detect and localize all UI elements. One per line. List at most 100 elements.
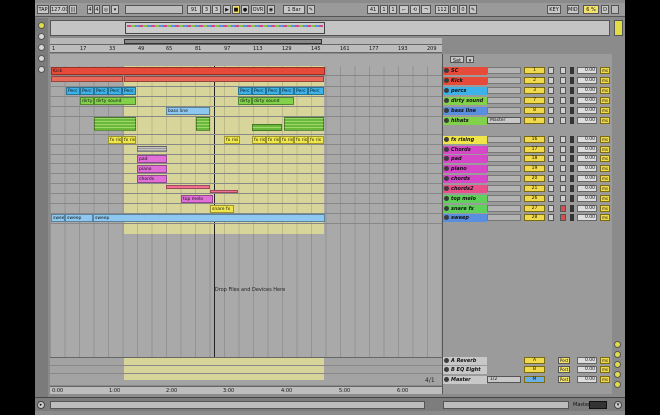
loop-brace[interactable] bbox=[124, 39, 322, 44]
clip-perc[interactable]: Perc bbox=[294, 87, 308, 95]
track-number[interactable]: 18 bbox=[524, 155, 545, 162]
track-output-routing[interactable]: Master bbox=[487, 117, 521, 124]
arm-button[interactable] bbox=[560, 165, 566, 172]
position-sixteenths[interactable]: 3 bbox=[212, 5, 221, 14]
track-activator-icon[interactable] bbox=[444, 88, 449, 93]
loop-icon[interactable]: ⟲ bbox=[410, 5, 420, 14]
clip-fx-rising[interactable]: fx ris bbox=[280, 136, 294, 144]
clip-dirty-sound[interactable]: dirty sound bbox=[252, 97, 294, 105]
track-pan[interactable]: ms bbox=[600, 77, 610, 84]
loop-length-beats[interactable]: 0 bbox=[450, 5, 458, 14]
solo-button[interactable] bbox=[548, 205, 554, 212]
return-letter-b[interactable]: B bbox=[524, 366, 545, 373]
clip-piano[interactable]: piano bbox=[137, 165, 167, 173]
track-header[interactable]: hihats bbox=[443, 117, 487, 125]
track-volume[interactable]: 0.00 bbox=[577, 87, 597, 94]
track-volume[interactable]: 0.00 bbox=[577, 117, 597, 124]
clip-sweep[interactable]: sweep bbox=[65, 214, 93, 222]
track-header[interactable]: fx rising bbox=[443, 136, 487, 144]
overview-strip[interactable] bbox=[125, 5, 183, 14]
track-input-field[interactable] bbox=[487, 214, 521, 221]
track-input-field[interactable] bbox=[487, 155, 521, 162]
nudge-button[interactable]: ||| bbox=[69, 5, 77, 14]
track-activator-icon[interactable] bbox=[444, 215, 449, 220]
post-button[interactable]: Post bbox=[558, 357, 570, 364]
clip-fx-rising[interactable]: fx ris bbox=[294, 136, 308, 144]
clip-hihats[interactable] bbox=[196, 117, 210, 131]
clip-dirty-sound[interactable]: dirty bbox=[80, 97, 94, 105]
clip-perc[interactable]: Perc bbox=[238, 87, 252, 95]
arm-button[interactable] bbox=[560, 185, 566, 192]
track-pan[interactable]: ms bbox=[600, 185, 610, 192]
track-volume[interactable]: 0.00 bbox=[577, 214, 597, 221]
track-number[interactable]: 28 bbox=[524, 214, 545, 221]
track-number[interactable]: 19 bbox=[524, 165, 545, 172]
clip-perc[interactable]: Perc bbox=[94, 87, 108, 95]
arm-button[interactable] bbox=[560, 155, 566, 162]
clip-chords-group[interactable] bbox=[137, 146, 167, 152]
track-number[interactable]: 2 bbox=[524, 77, 545, 84]
clip-sweep[interactable]: sweep bbox=[51, 214, 65, 222]
overview-right-toggle[interactable] bbox=[614, 20, 623, 36]
track-activator-icon[interactable] bbox=[444, 196, 449, 201]
track-header[interactable]: piano bbox=[443, 165, 487, 173]
track-header[interactable]: bass line bbox=[443, 107, 487, 115]
play-button[interactable]: ▶ bbox=[223, 5, 231, 14]
master-pan[interactable]: ms bbox=[600, 376, 610, 383]
track-volume[interactable]: 0.00 bbox=[577, 185, 597, 192]
browser-toggle-icon[interactable] bbox=[38, 22, 45, 29]
ovr-button[interactable]: OVR bbox=[251, 5, 265, 14]
fold-icon[interactable] bbox=[444, 367, 449, 372]
set-expand-icon[interactable]: ▾ bbox=[466, 56, 474, 63]
track-input-field[interactable] bbox=[487, 205, 521, 212]
solo-button[interactable] bbox=[548, 107, 554, 114]
track-header[interactable]: percs bbox=[443, 87, 487, 95]
clip-hihats[interactable] bbox=[94, 117, 136, 131]
return-volume[interactable]: 0.00 bbox=[577, 366, 597, 373]
browser-samples-icon[interactable] bbox=[38, 55, 45, 62]
loop-start-bars[interactable]: 41 bbox=[367, 5, 379, 14]
track-number[interactable]: 20 bbox=[524, 175, 545, 182]
punch-out-icon[interactable]: ¬ bbox=[421, 5, 431, 14]
arm-button[interactable] bbox=[560, 87, 566, 94]
track-volume[interactable]: 0.00 bbox=[577, 175, 597, 182]
record-button[interactable]: ● bbox=[241, 5, 249, 14]
track-pan[interactable]: ms bbox=[600, 155, 610, 162]
midi-map-button[interactable]: MIDI bbox=[567, 5, 579, 14]
clip-perc[interactable]: Perc bbox=[280, 87, 294, 95]
clip-perc[interactable]: Perc bbox=[122, 87, 136, 95]
return-volume[interactable]: 0.00 bbox=[577, 357, 597, 364]
arm-button[interactable] bbox=[560, 97, 566, 104]
position-beats[interactable]: 3 bbox=[202, 5, 211, 14]
loop-length-bars[interactable]: 112 bbox=[435, 5, 449, 14]
master-routing[interactable]: 1/2 bbox=[487, 376, 521, 383]
track-activator-icon[interactable] bbox=[444, 176, 449, 181]
track-input-field[interactable] bbox=[487, 146, 521, 153]
track-activator-icon[interactable] bbox=[444, 137, 449, 142]
track-header[interactable]: chords2 bbox=[443, 185, 487, 193]
solo-button[interactable] bbox=[548, 165, 554, 172]
master-volume[interactable]: 0.00 bbox=[577, 376, 597, 383]
clip-fx-rising[interactable]: fx risi bbox=[224, 136, 240, 144]
solo-button[interactable] bbox=[548, 67, 554, 74]
show-io-toggle[interactable] bbox=[614, 341, 621, 348]
track-input-field[interactable] bbox=[487, 97, 521, 104]
solo-button[interactable] bbox=[548, 117, 554, 124]
clip-perc[interactable]: Perc bbox=[80, 87, 94, 95]
arm-button[interactable] bbox=[560, 214, 566, 221]
track-activator-icon[interactable] bbox=[444, 166, 449, 171]
return-pan[interactable]: ms bbox=[600, 357, 610, 364]
track-volume[interactable]: 0.00 bbox=[577, 77, 597, 84]
return-track-a[interactable]: A Reverb bbox=[443, 357, 487, 365]
track-input-field[interactable] bbox=[487, 77, 521, 84]
track-pan[interactable]: ms bbox=[600, 117, 610, 124]
clip-perc[interactable]: Perc bbox=[308, 87, 324, 95]
loop-start-sixteenths[interactable]: 1 bbox=[389, 5, 397, 14]
automation-arm-icon[interactable]: ◉ bbox=[267, 5, 275, 14]
browser-plugins-icon[interactable] bbox=[38, 44, 45, 51]
detail-view-toggle[interactable]: ▾ bbox=[614, 401, 622, 409]
show-returns-toggle[interactable] bbox=[614, 361, 621, 368]
track-header[interactable]: sweep bbox=[443, 214, 487, 222]
browser-clips-icon[interactable] bbox=[38, 66, 45, 73]
track-pan[interactable]: ms bbox=[600, 97, 610, 104]
